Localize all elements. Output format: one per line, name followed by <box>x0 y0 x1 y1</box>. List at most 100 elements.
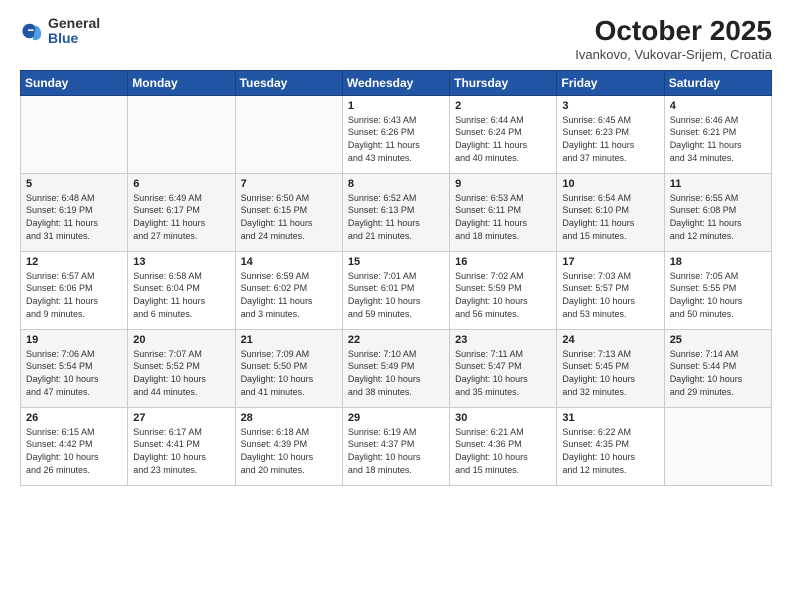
calendar-title: October 2025 <box>575 16 772 47</box>
day-number: 15 <box>348 256 444 268</box>
day-info: Sunrise: 6:59 AM Sunset: 6:02 PM Dayligh… <box>241 270 337 320</box>
day-number: 29 <box>348 412 444 424</box>
calendar-cell: 23Sunrise: 7:11 AM Sunset: 5:47 PM Dayli… <box>450 329 557 407</box>
calendar-cell: 18 Sunrise: 7:05 AM Sunset: 5:55 PM Dayli… <box>664 251 771 329</box>
day-info: Sunrise: 6:43 AM Sunset: 6:26 PM Dayligh… <box>348 114 444 164</box>
calendar-cell: 30Sunrise: 6:21 AM Sunset: 4:36 PM Dayli… <box>450 407 557 485</box>
calendar-cell: 28Sunrise: 6:18 AM Sunset: 4:39 PM Dayli… <box>235 407 342 485</box>
day-number: 16 <box>455 256 551 268</box>
day-number: 1 <box>348 100 444 112</box>
day-info: Sunrise: 7:03 AM Sunset: 5:57 PM Dayligh… <box>562 270 658 320</box>
day-number: 13 <box>133 256 229 268</box>
day-info: Sunrise: 6:55 AM Sunset: 6:08 PM Dayligh… <box>670 192 766 242</box>
logo: General Blue <box>20 16 100 47</box>
calendar-week-3: 12 Sunrise: 6:57 AM Sunset: 6:06 PM Dayli… <box>21 251 772 329</box>
day-info: Sunrise: 7:07 AM Sunset: 5:52 PM Dayligh… <box>133 348 229 398</box>
calendar-cell: 12 Sunrise: 6:57 AM Sunset: 6:06 PM Dayli… <box>21 251 128 329</box>
calendar-week-2: 5 Sunrise: 6:48 AM Sunset: 6:19 PM Daylig… <box>21 173 772 251</box>
day-number: 5 <box>26 178 122 190</box>
col-monday: Monday <box>128 70 235 95</box>
day-number: 25 <box>670 334 766 346</box>
calendar-cell: 26Sunrise: 6:15 AM Sunset: 4:42 PM Dayli… <box>21 407 128 485</box>
day-info: Sunrise: 6:57 AM Sunset: 6:06 PM Dayligh… <box>26 270 122 320</box>
calendar-cell: 2 Sunrise: 6:44 AM Sunset: 6:24 PM Daylig… <box>450 95 557 173</box>
day-info: Sunrise: 6:50 AM Sunset: 6:15 PM Dayligh… <box>241 192 337 242</box>
calendar-cell: 9 Sunrise: 6:53 AM Sunset: 6:11 PM Daylig… <box>450 173 557 251</box>
day-info: Sunrise: 7:05 AM Sunset: 5:55 PM Dayligh… <box>670 270 766 320</box>
calendar-cell: 27Sunrise: 6:17 AM Sunset: 4:41 PM Dayli… <box>128 407 235 485</box>
calendar-cell: 16 Sunrise: 7:02 AM Sunset: 5:59 PM Dayli… <box>450 251 557 329</box>
day-number: 6 <box>133 178 229 190</box>
calendar-cell: 24 Sunrise: 7:13 AM Sunset: 5:45 PM Dayli… <box>557 329 664 407</box>
day-number: 19 <box>26 334 122 346</box>
day-number: 2 <box>455 100 551 112</box>
calendar-cell: 20 Sunrise: 7:07 AM Sunset: 5:52 PM Dayli… <box>128 329 235 407</box>
col-saturday: Saturday <box>664 70 771 95</box>
day-number: 26 <box>26 412 122 424</box>
day-info: Sunrise: 6:52 AM Sunset: 6:13 PM Dayligh… <box>348 192 444 242</box>
calendar-cell <box>235 95 342 173</box>
day-number: 10 <box>562 178 658 190</box>
col-sunday: Sunday <box>21 70 128 95</box>
day-number: 18 <box>670 256 766 268</box>
day-number: 21 <box>241 334 337 346</box>
day-number: 4 <box>670 100 766 112</box>
calendar-week-4: 19 Sunrise: 7:06 AM Sunset: 5:54 PM Dayli… <box>21 329 772 407</box>
day-number: 14 <box>241 256 337 268</box>
calendar-cell: 19 Sunrise: 7:06 AM Sunset: 5:54 PM Dayli… <box>21 329 128 407</box>
calendar-cell: 6Sunrise: 6:49 AM Sunset: 6:17 PM Daylig… <box>128 173 235 251</box>
day-info: Sunrise: 6:48 AM Sunset: 6:19 PM Dayligh… <box>26 192 122 242</box>
day-info: Sunrise: 7:09 AM Sunset: 5:50 PM Dayligh… <box>241 348 337 398</box>
day-number: 8 <box>348 178 444 190</box>
calendar-cell: 13 Sunrise: 6:58 AM Sunset: 6:04 PM Dayli… <box>128 251 235 329</box>
day-number: 11 <box>670 178 766 190</box>
calendar-week-5: 26Sunrise: 6:15 AM Sunset: 4:42 PM Dayli… <box>21 407 772 485</box>
col-friday: Friday <box>557 70 664 95</box>
day-info: Sunrise: 7:13 AM Sunset: 5:45 PM Dayligh… <box>562 348 658 398</box>
calendar-cell <box>128 95 235 173</box>
day-info: Sunrise: 6:54 AM Sunset: 6:10 PM Dayligh… <box>562 192 658 242</box>
logo-blue: Blue <box>48 31 100 46</box>
day-number: 12 <box>26 256 122 268</box>
day-info: Sunrise: 7:01 AM Sunset: 6:01 PM Dayligh… <box>348 270 444 320</box>
calendar-table: Sunday Monday Tuesday Wednesday Thursday… <box>20 70 772 486</box>
day-info: Sunrise: 6:45 AM Sunset: 6:23 PM Dayligh… <box>562 114 658 164</box>
day-info: Sunrise: 7:06 AM Sunset: 5:54 PM Dayligh… <box>26 348 122 398</box>
calendar-cell: 31Sunrise: 6:22 AM Sunset: 4:35 PM Dayli… <box>557 407 664 485</box>
header: General Blue October 2025 Ivankovo, Vuko… <box>20 16 772 62</box>
calendar-cell: 15 Sunrise: 7:01 AM Sunset: 6:01 PM Dayli… <box>342 251 449 329</box>
header-row: Sunday Monday Tuesday Wednesday Thursday… <box>21 70 772 95</box>
day-info: Sunrise: 6:53 AM Sunset: 6:11 PM Dayligh… <box>455 192 551 242</box>
day-number: 7 <box>241 178 337 190</box>
calendar-week-1: 1 Sunrise: 6:43 AM Sunset: 6:26 PM Daylig… <box>21 95 772 173</box>
col-thursday: Thursday <box>450 70 557 95</box>
day-info: Sunrise: 7:02 AM Sunset: 5:59 PM Dayligh… <box>455 270 551 320</box>
col-tuesday: Tuesday <box>235 70 342 95</box>
logo-text: General Blue <box>48 16 100 47</box>
calendar-cell: 10 Sunrise: 6:54 AM Sunset: 6:10 PM Dayli… <box>557 173 664 251</box>
calendar-cell: 4 Sunrise: 6:46 AM Sunset: 6:21 PM Daylig… <box>664 95 771 173</box>
day-number: 24 <box>562 334 658 346</box>
day-number: 9 <box>455 178 551 190</box>
calendar-cell: 1 Sunrise: 6:43 AM Sunset: 6:26 PM Daylig… <box>342 95 449 173</box>
day-number: 23 <box>455 334 551 346</box>
day-info: Sunrise: 6:58 AM Sunset: 6:04 PM Dayligh… <box>133 270 229 320</box>
calendar-cell: 11 Sunrise: 6:55 AM Sunset: 6:08 PM Dayli… <box>664 173 771 251</box>
day-number: 27 <box>133 412 229 424</box>
calendar-cell <box>664 407 771 485</box>
title-area: October 2025 Ivankovo, Vukovar-Srijem, C… <box>575 16 772 62</box>
day-number: 20 <box>133 334 229 346</box>
day-info: Sunrise: 7:14 AM Sunset: 5:44 PM Dayligh… <box>670 348 766 398</box>
calendar-cell: 3Sunrise: 6:45 AM Sunset: 6:23 PM Daylig… <box>557 95 664 173</box>
calendar-cell: 7 Sunrise: 6:50 AM Sunset: 6:15 PM Daylig… <box>235 173 342 251</box>
day-info: Sunrise: 6:46 AM Sunset: 6:21 PM Dayligh… <box>670 114 766 164</box>
calendar-subtitle: Ivankovo, Vukovar-Srijem, Croatia <box>575 47 772 62</box>
calendar-cell: 8 Sunrise: 6:52 AM Sunset: 6:13 PM Daylig… <box>342 173 449 251</box>
calendar-cell: 29Sunrise: 6:19 AM Sunset: 4:37 PM Dayli… <box>342 407 449 485</box>
page: General Blue October 2025 Ivankovo, Vuko… <box>0 0 792 612</box>
day-number: 17 <box>562 256 658 268</box>
logo-icon <box>20 19 44 43</box>
calendar-cell <box>21 95 128 173</box>
col-wednesday: Wednesday <box>342 70 449 95</box>
day-info: Sunrise: 6:44 AM Sunset: 6:24 PM Dayligh… <box>455 114 551 164</box>
